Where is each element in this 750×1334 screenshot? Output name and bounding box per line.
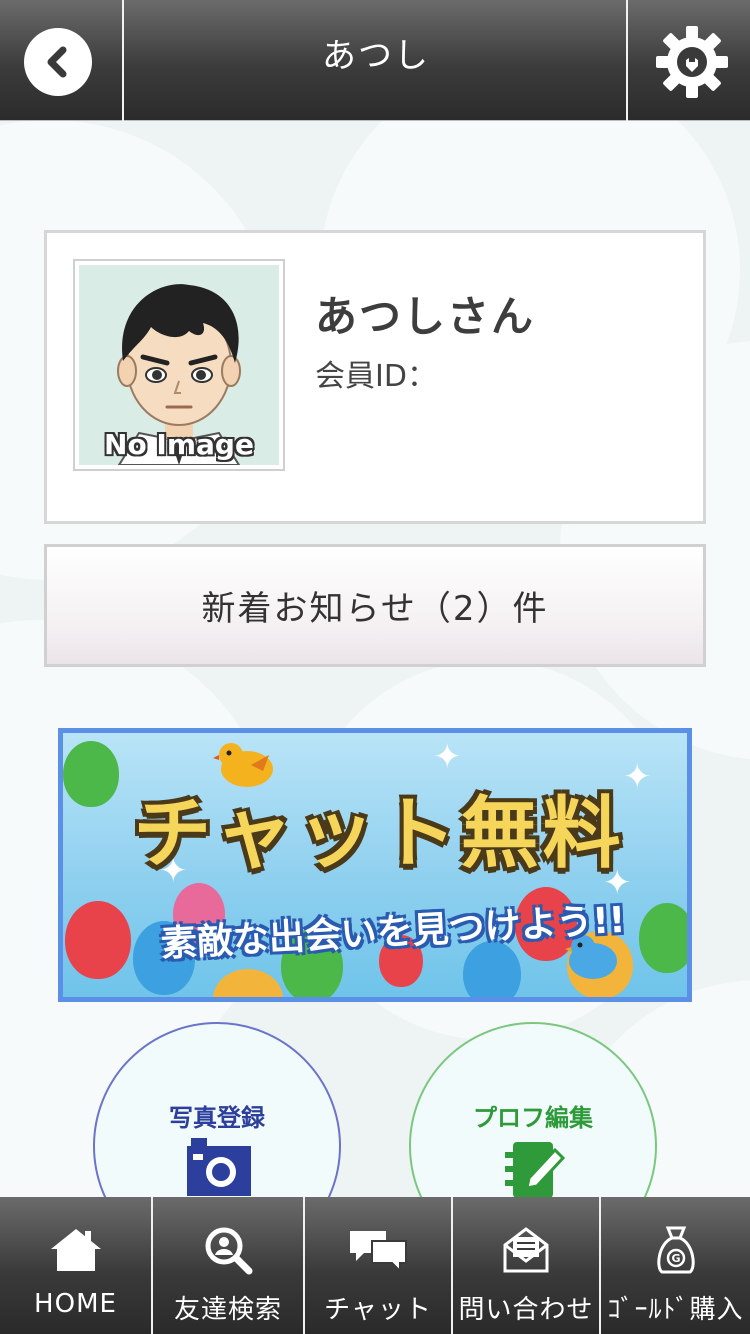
tab-home[interactable]: HOME bbox=[0, 1197, 153, 1334]
home-icon bbox=[50, 1229, 101, 1271]
photo-register-label: 写真登録 bbox=[169, 1104, 265, 1132]
tab-friend-search-label: 友達検索 bbox=[173, 1295, 282, 1325]
no-image-label: No Image bbox=[104, 428, 254, 461]
settings-cell bbox=[626, 0, 750, 121]
gear-icon bbox=[656, 26, 728, 98]
back-button[interactable] bbox=[24, 28, 92, 96]
tab-home-label: HOME bbox=[34, 1289, 117, 1319]
search-user-icon bbox=[205, 1227, 253, 1275]
edit-profile-icon bbox=[505, 1142, 566, 1198]
page-title: あつし bbox=[322, 36, 430, 76]
banner-headline: チャット無料 bbox=[133, 789, 625, 879]
gold-bag-icon: G bbox=[656, 1226, 695, 1274]
svg-text:G: G bbox=[671, 1252, 680, 1265]
settings-button[interactable] bbox=[656, 26, 728, 98]
mail-icon bbox=[503, 1227, 549, 1273]
profile-card: No Image あつしさん 会員ID： bbox=[44, 230, 706, 524]
profile-name: あつしさん bbox=[315, 292, 536, 341]
tab-contact-label: 問い合わせ bbox=[458, 1295, 594, 1325]
back-cell bbox=[0, 0, 124, 121]
tab-chat[interactable]: チャット bbox=[305, 1197, 453, 1334]
member-id: 会員ID： bbox=[315, 359, 437, 394]
chat-icon bbox=[350, 1231, 407, 1273]
tab-friend-search[interactable]: 友達検索 bbox=[153, 1197, 305, 1334]
bottom-tab-bar: HOME 友達検索 チャット 問い合わせ G ｺﾞｰﾙﾄﾞ購入 bbox=[0, 1197, 750, 1334]
tab-gold-purchase[interactable]: G ｺﾞｰﾙﾄﾞ購入 bbox=[601, 1197, 750, 1334]
app-header: あつし bbox=[0, 0, 750, 121]
tab-gold-purchase-label: ｺﾞｰﾙﾄﾞ購入 bbox=[607, 1295, 744, 1325]
avatar-image: No Image bbox=[79, 265, 279, 465]
tab-chat-label: チャット bbox=[324, 1295, 432, 1325]
chevron-left-icon bbox=[47, 46, 67, 78]
profile-edit-label: プロフ編集 bbox=[473, 1104, 593, 1132]
news-button[interactable]: 新着お知らせ（2）件 bbox=[44, 544, 706, 667]
avatar[interactable]: No Image bbox=[73, 259, 285, 471]
news-label: 新着お知らせ（2）件 bbox=[201, 589, 549, 629]
camera-icon bbox=[187, 1138, 251, 1196]
tab-contact[interactable]: 問い合わせ bbox=[453, 1197, 601, 1334]
free-chat-banner[interactable]: ✦ ✦ ✦ ✦ チャット無料 素敵な出会いを見つけよう!! bbox=[58, 728, 692, 1002]
